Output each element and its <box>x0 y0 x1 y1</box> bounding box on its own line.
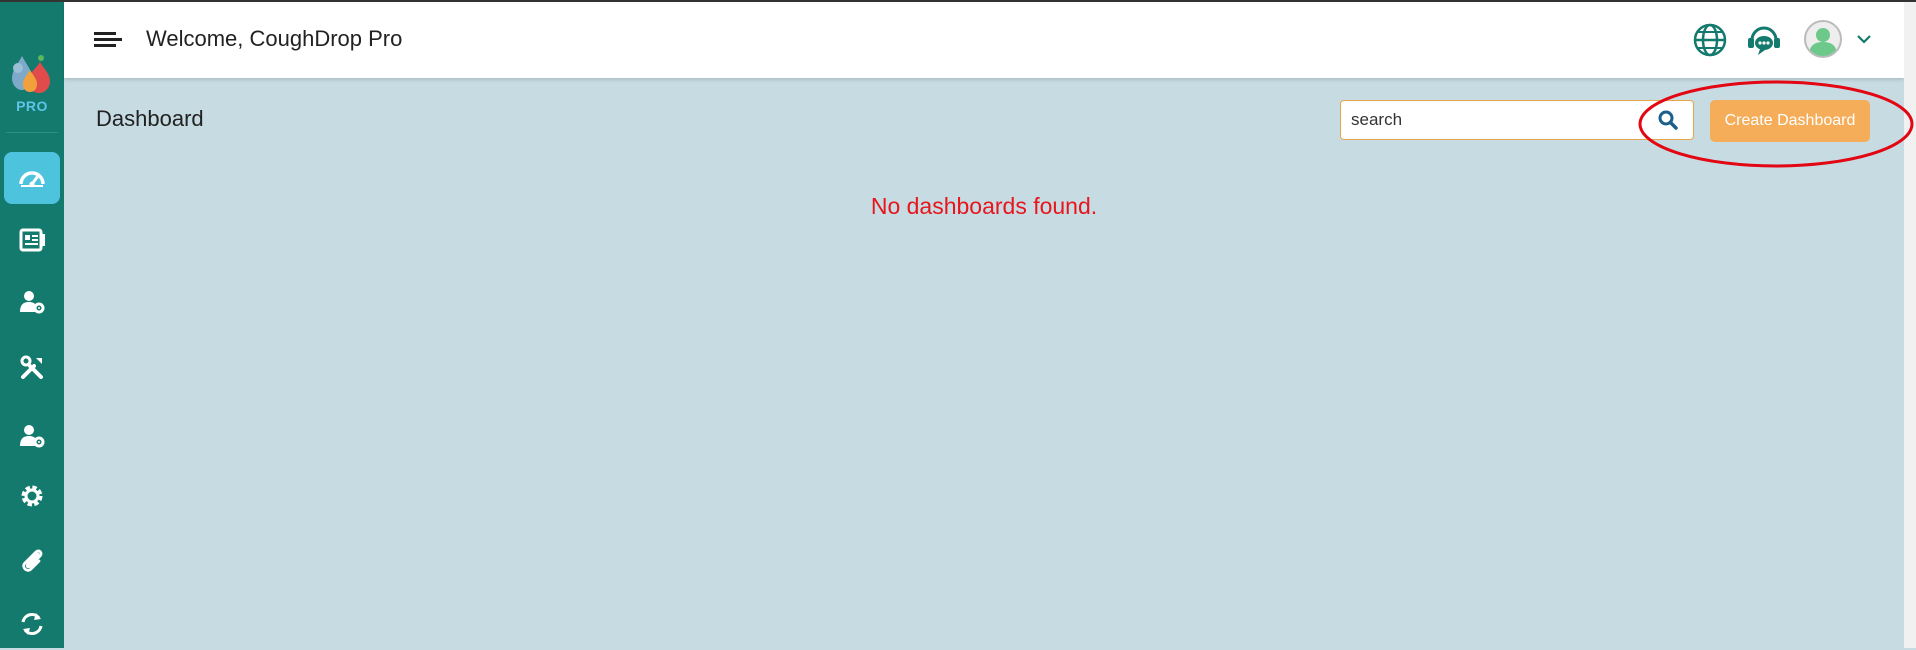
support-chat-icon[interactable] <box>1746 22 1782 58</box>
sidebar-item-tools[interactable] <box>4 342 60 394</box>
user-settings-icon <box>20 425 45 448</box>
sidebar-item-settings[interactable] <box>4 470 60 522</box>
logo-pro-badge: PRO <box>16 98 48 114</box>
boards-icon <box>19 228 45 252</box>
search-input[interactable] <box>1341 101 1651 139</box>
empty-state-message: No dashboards found. <box>870 193 1098 219</box>
top-header: Welcome, CoughDrop Pro <box>64 2 1904 78</box>
avatar-person-icon <box>1809 28 1837 56</box>
sidebar-item-sync[interactable] <box>4 598 60 650</box>
sidebar-divider <box>6 132 58 133</box>
sidebar-item-user-settings[interactable] <box>4 410 60 462</box>
logo-drops-icon <box>12 55 50 93</box>
dashboard-gauge-icon <box>19 171 45 187</box>
sidebar-item-users[interactable] <box>4 276 60 328</box>
chevron-down-icon[interactable] <box>1856 34 1872 44</box>
hamburger-menu-icon[interactable] <box>94 29 122 49</box>
sidebar-item-attachments[interactable] <box>4 534 60 586</box>
highlight-ellipse-annotation <box>1638 80 1914 168</box>
sidebar-item-boards[interactable] <box>4 214 60 266</box>
sync-icon <box>21 613 43 635</box>
page-title: Dashboard <box>96 106 204 131</box>
user-settings-icon <box>20 291 45 314</box>
welcome-message: Welcome, CoughDrop Pro <box>146 26 403 51</box>
paperclip-icon <box>22 549 43 572</box>
sidebar: PRO <box>0 2 64 648</box>
coughdrop-logo[interactable]: PRO <box>8 52 56 114</box>
gear-icon <box>21 485 43 507</box>
user-avatar[interactable] <box>1804 20 1842 58</box>
tools-icon <box>20 355 43 379</box>
globe-icon[interactable] <box>1692 22 1728 58</box>
